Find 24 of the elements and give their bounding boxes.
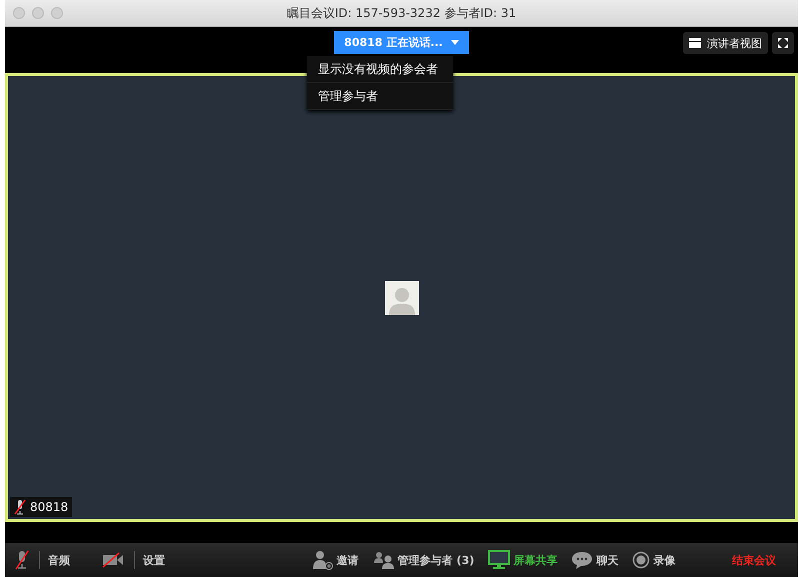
caret-icon bbox=[450, 40, 459, 45]
record-button[interactable]: 录像 bbox=[630, 551, 678, 569]
share-button[interactable]: 屏幕共享 bbox=[486, 550, 560, 570]
chat-button[interactable]: 聊天 bbox=[569, 550, 620, 570]
window-title: 瞩目会议ID: 157-593-3232 参与者ID: 31 bbox=[286, 4, 516, 22]
record-icon bbox=[632, 551, 650, 569]
microphone-button[interactable] bbox=[13, 550, 31, 570]
end-meeting-button[interactable]: 结束会议 bbox=[730, 552, 778, 568]
fullscreen-icon bbox=[778, 38, 788, 48]
chat-icon bbox=[571, 550, 594, 570]
participant-name: 80818 bbox=[30, 500, 68, 514]
people-icon bbox=[372, 550, 395, 570]
fullscreen-button[interactable] bbox=[772, 32, 794, 54]
participants-button[interactable]: 管理参与者 (3) bbox=[370, 550, 476, 570]
microphone-icon bbox=[15, 550, 29, 570]
camera-button[interactable] bbox=[100, 552, 126, 568]
toolbar-label: 设置 bbox=[143, 552, 165, 568]
monitor-icon bbox=[488, 550, 510, 570]
invite-button[interactable]: 邀请 bbox=[310, 550, 361, 570]
camera-icon bbox=[102, 552, 124, 568]
presenter-view-button[interactable]: 演讲者视图 bbox=[683, 32, 768, 54]
avatar-icon bbox=[384, 280, 418, 314]
add-person-icon bbox=[312, 550, 334, 570]
toolbar-label: 音频 bbox=[48, 552, 70, 568]
